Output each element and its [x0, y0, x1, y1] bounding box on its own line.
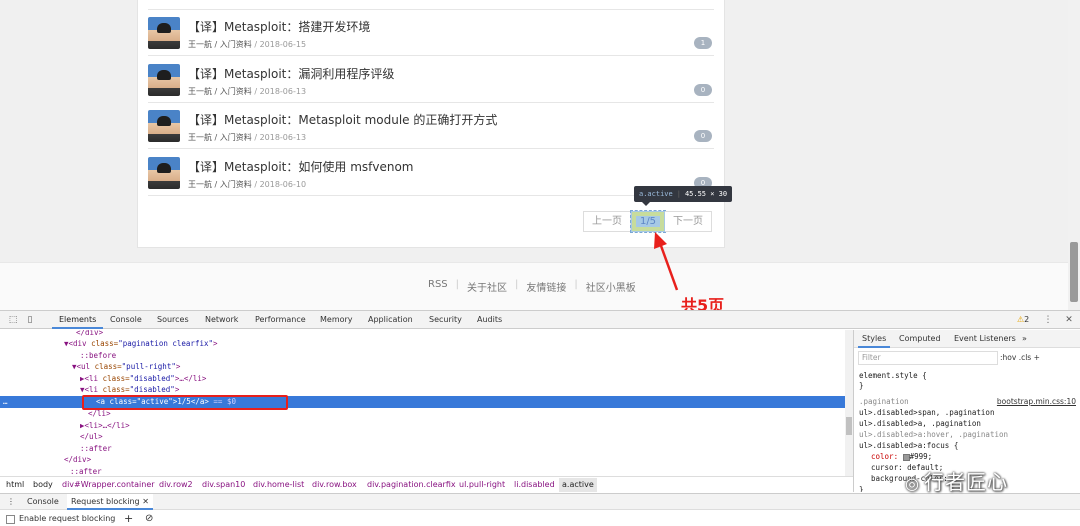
add-pattern-icon[interactable]: + [124, 511, 133, 526]
styles-toggles: :hov .cls + [1000, 353, 1040, 362]
request-blocking-pane: Enable request blocking + ⊘ [0, 511, 1080, 526]
drawer-tab-request-blocking[interactable]: Request blocking ✕ [67, 494, 153, 510]
breadcrumb-item[interactable]: li.disabled [514, 478, 555, 492]
css-selector[interactable]: ul>.disabled>a:hover, .pagination [859, 430, 1008, 439]
tab-console[interactable]: Console [110, 311, 142, 329]
breadcrumb-item[interactable]: div.home-list [253, 478, 304, 492]
web-page: 【译】Metasploit：搭建开发环境 王一航 / 入门资料 / 2018-0… [0, 0, 1080, 310]
tab-styles[interactable]: Styles [858, 330, 891, 348]
device-toolbar-icon[interactable]: ▯ [24, 314, 36, 326]
elements-dom-tree: </div> ▼<div class="pagination clearfix"… [0, 330, 853, 476]
customize-menu-icon[interactable]: ⋮ [1042, 314, 1054, 326]
more-tabs-icon[interactable]: » [1022, 330, 1027, 348]
tab-event-listeners[interactable]: Event Listeners [954, 330, 1016, 348]
enable-request-blocking-checkbox[interactable] [6, 515, 15, 524]
dom-node[interactable]: ▼<li class="disabled"> [80, 384, 179, 395]
tab-performance[interactable]: Performance [255, 311, 306, 329]
css-selector[interactable]: ul>.disabled>span, .pagination [859, 408, 994, 417]
dom-node[interactable]: ▶<li class="disabled">…</li> [80, 373, 206, 384]
dom-node[interactable]: ▼<ul class="pull-right"> [72, 361, 180, 372]
color-swatch[interactable] [902, 453, 910, 461]
elements-scrollbar[interactable] [845, 330, 853, 476]
hov-toggle[interactable]: :hov [1000, 353, 1016, 362]
breadcrumb-item[interactable]: div.pagination.clearfix [367, 478, 456, 492]
block-icon[interactable]: ⊘ [145, 511, 153, 526]
elements-scroll-thumb[interactable] [846, 417, 852, 435]
tab-elements[interactable]: Elements [52, 311, 104, 329]
css-selector[interactable]: ul>.disabled>a:focus { [859, 441, 958, 450]
enable-request-blocking-label[interactable]: Enable request blocking [19, 511, 115, 526]
dom-node[interactable]: ::after [80, 443, 112, 454]
styles-tabs: Styles Computed Event Listeners » [854, 330, 1080, 348]
screenshot: 【译】Metasploit：搭建开发环境 王一航 / 入门资料 / 2018-0… [0, 0, 1080, 526]
tab-security[interactable]: Security [429, 311, 462, 329]
breadcrumb-item[interactable]: ul.pull-right [459, 478, 505, 492]
close-devtools-icon[interactable]: ✕ [1063, 314, 1075, 326]
watermark: ◎ 行者匠心 [905, 466, 1008, 495]
breadcrumb-item[interactable]: div.span10 [202, 478, 245, 492]
selected-gutter: … [3, 397, 8, 406]
inspect-element-icon[interactable]: ⬚ [7, 314, 19, 326]
breadcrumb-item[interactable]: div.row.box [312, 478, 357, 492]
styles-filter-input[interactable]: Filter [858, 351, 998, 365]
tab-memory[interactable]: Memory [320, 311, 353, 329]
dom-breadcrumb: html body div#Wrapper.container div.row2… [0, 476, 853, 492]
wechat-icon: ◎ [905, 474, 920, 493]
tab-application[interactable]: Application [368, 311, 413, 329]
annotation-arrow [654, 232, 679, 291]
breadcrumb-item[interactable]: html [6, 478, 24, 492]
dom-node[interactable]: ▼<div class="pagination clearfix"> [64, 338, 218, 349]
dom-node[interactable]: ::before [80, 350, 116, 361]
css-declaration[interactable]: color: #999; [871, 452, 932, 461]
css-source-link[interactable]: bootstrap.min.css:10 [997, 397, 1076, 406]
cls-toggle[interactable]: .cls [1019, 353, 1032, 362]
tab-network[interactable]: Network [205, 311, 238, 329]
tab-computed[interactable]: Computed [899, 330, 941, 348]
element-style-rule[interactable]: element.style { [859, 371, 927, 380]
watermark-text: 行者匠心 [923, 470, 1008, 494]
breadcrumb-item[interactable]: div.row2 [159, 478, 193, 492]
css-selector[interactable]: ul>.disabled>a, .pagination [859, 419, 981, 428]
annotation-label: 共5页 [681, 296, 725, 310]
warnings-count: 2 [1024, 315, 1030, 324]
add-rule-icon[interactable]: + [1034, 353, 1040, 362]
dom-node[interactable]: ::after [70, 466, 102, 477]
rule-brace: } [859, 485, 864, 492]
breadcrumb-item[interactable]: div#Wrapper.container [62, 478, 155, 492]
devtools-toolbar: ⬚ ▯ Elements Console Sources Network Per… [0, 311, 1080, 329]
dom-node[interactable]: </div> [64, 454, 91, 465]
rule-brace: } [859, 381, 864, 390]
warnings-counter[interactable]: ⚠2 [1017, 311, 1029, 329]
annotation-highlight-box [82, 395, 288, 410]
close-tab-icon[interactable]: ✕ [142, 497, 149, 506]
dom-node[interactable]: ▶<li>…</li> [80, 420, 130, 431]
dom-node[interactable]: </ul> [80, 431, 103, 442]
dom-node[interactable]: </div> [76, 330, 103, 338]
drawer-menu-icon[interactable]: ⋮ [7, 494, 15, 510]
drawer-tab-console[interactable]: Console [27, 494, 59, 510]
tab-sources[interactable]: Sources [157, 311, 189, 329]
tab-audits[interactable]: Audits [477, 311, 502, 329]
breadcrumb-item-active[interactable]: a.active [559, 478, 597, 492]
dom-node[interactable]: </li> [88, 408, 111, 419]
breadcrumb-item[interactable]: body [33, 478, 53, 492]
css-selector[interactable]: .pagination [859, 397, 909, 406]
drawer-tabs: ⋮ Console Request blocking ✕ [0, 493, 1080, 510]
